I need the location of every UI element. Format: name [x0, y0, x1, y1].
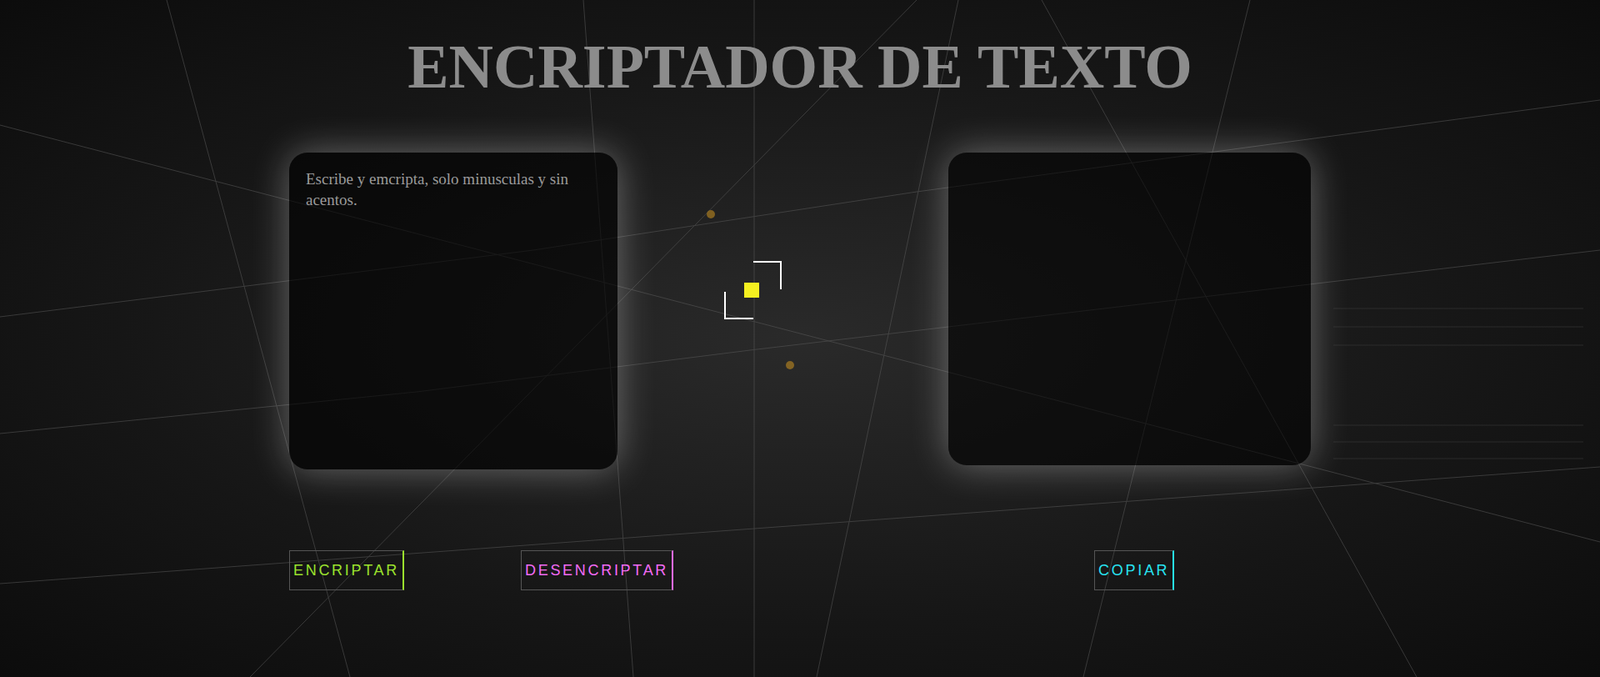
main: ENCRIPTADOR DE TEXTO ENCRIPTAR DESENCRIPT…: [0, 0, 1600, 590]
panels: [289, 152, 1600, 470]
encriptar-button[interactable]: ENCRIPTAR: [289, 550, 405, 590]
input-buttons: ENCRIPTAR DESENCRIPTAR: [289, 550, 674, 590]
map-lines-icon: [0, 0, 1600, 677]
output-buttons: COPIAR: [1094, 550, 1175, 590]
input-textarea[interactable]: [289, 152, 618, 470]
background-map: [0, 0, 1600, 677]
page-title: ENCRIPTADOR DE TEXTO: [0, 33, 1600, 101]
page: ENCRIPTADOR DE TEXTO ENCRIPTAR DESENCRIPT…: [0, 0, 1600, 677]
copiar-button[interactable]: COPIAR: [1094, 550, 1175, 590]
output-panel: [948, 152, 1311, 465]
button-row: ENCRIPTAR DESENCRIPTAR COPIAR: [289, 550, 1600, 590]
desencriptar-button[interactable]: DESENCRIPTAR: [520, 550, 674, 590]
